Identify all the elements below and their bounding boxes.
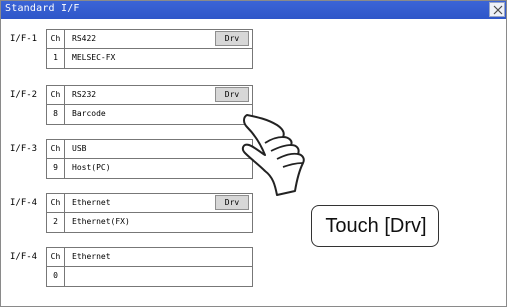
interface-box: Ch Ethernet Drv 2 Ethernet(FX): [46, 193, 253, 233]
interface-box: Ch RS422 Drv 1 MELSEC-FX: [46, 29, 253, 69]
channel-number: 1: [47, 49, 65, 68]
if-label: I/F-2: [10, 90, 38, 100]
channel-number: 9: [47, 159, 65, 178]
standard-if-window: Standard I/F I/F-1 Ch RS422 Drv 1 MELSEC…: [0, 0, 507, 307]
interface-row-1: I/F-1 Ch RS422 Drv 1 MELSEC-FX: [1, 29, 506, 69]
if-label: I/F-1: [10, 34, 38, 44]
channel-number: 2: [47, 213, 65, 232]
interface-name: RS422: [72, 34, 97, 43]
close-icon: [493, 5, 503, 15]
interface-name: Ethernet: [72, 252, 111, 261]
device-name: Ethernet(FX): [72, 217, 130, 226]
callout-text: Touch [Drv]: [325, 215, 427, 237]
if-label: I/F-4: [10, 198, 38, 208]
interface-line: Ch USB: [47, 140, 252, 159]
interface-box: Ch RS232 Drv 8 Barcode: [46, 85, 253, 125]
ch-label: Ch: [47, 86, 65, 105]
close-button[interactable]: [489, 2, 505, 17]
pointing-hand-icon: [241, 114, 305, 196]
ch-label: Ch: [47, 140, 65, 159]
interface-box: Ch USB 9 Host(PC): [46, 139, 253, 179]
drv-button[interactable]: Drv: [215, 31, 249, 46]
device-name: Barcode: [72, 109, 106, 118]
interface-line: Ch Ethernet Drv: [47, 194, 252, 213]
ch-label: Ch: [47, 194, 65, 213]
device-name: Host(PC): [72, 163, 111, 172]
channel-number: 8: [47, 105, 65, 124]
device-line: 2 Ethernet(FX): [47, 213, 252, 232]
device-line: 9 Host(PC): [47, 159, 252, 178]
device-line: 8 Barcode: [47, 105, 252, 124]
title-bar: Standard I/F: [1, 1, 506, 19]
interface-name: RS232: [72, 90, 97, 99]
interface-line: Ch Ethernet: [47, 248, 252, 267]
interface-line: Ch RS232 Drv: [47, 86, 252, 105]
ch-label: Ch: [47, 248, 65, 267]
window-title: Standard I/F: [5, 3, 80, 14]
interface-line: Ch RS422 Drv: [47, 30, 252, 49]
ch-label: Ch: [47, 30, 65, 49]
device-line: 1 MELSEC-FX: [47, 49, 252, 68]
drv-button[interactable]: Drv: [215, 195, 249, 210]
if-label: I/F-4: [10, 252, 38, 262]
instruction-callout: Touch [Drv]: [311, 205, 439, 247]
if-label: I/F-3: [10, 144, 38, 154]
channel-number: 0: [47, 267, 65, 286]
device-line: 0: [47, 267, 252, 286]
interface-name: USB: [72, 144, 87, 153]
interface-box: Ch Ethernet 0: [46, 247, 253, 287]
interface-name: Ethernet: [72, 198, 111, 207]
interface-row-5: I/F-4 Ch Ethernet 0: [1, 247, 506, 287]
device-name: MELSEC-FX: [72, 53, 116, 62]
